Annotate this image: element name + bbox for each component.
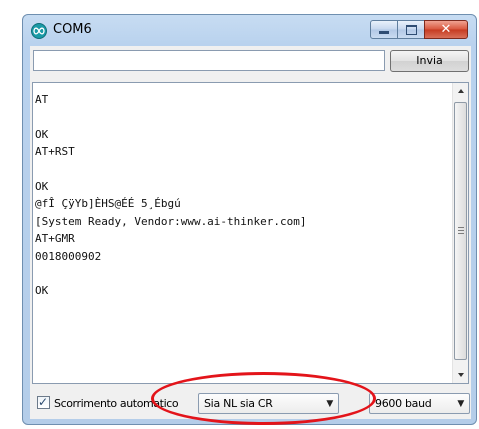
output-line: OK bbox=[35, 179, 49, 193]
close-button[interactable]: ✕ bbox=[424, 20, 468, 39]
output-line: 0018000902 bbox=[35, 249, 102, 263]
arduino-infinity-icon bbox=[31, 23, 47, 39]
window-title: COM6 bbox=[53, 22, 92, 37]
autoscroll-checkbox[interactable]: ✓ bbox=[37, 395, 50, 409]
chevron-down-icon bbox=[458, 373, 464, 377]
output-lines: AT OK AT+RST OK @fÎ ÇÿYb]ÈHS@ÉÉ 5¸Ébgú [… bbox=[35, 91, 445, 300]
chevron-down-icon: ▼ bbox=[457, 399, 464, 409]
title-bar[interactable]: COM6 ✕ bbox=[23, 15, 476, 45]
output-line bbox=[35, 108, 445, 125]
baud-rate-select[interactable]: 9600 baud ▼ bbox=[369, 393, 470, 414]
monitor-footer: ✓ Scorrimento automatico Sia NL sia CR ▼… bbox=[30, 388, 471, 419]
monitor-body: Invia AT OK AT+RST OK @fÎ ÇÿYb]ÈHS@ÉÉ 5¸… bbox=[30, 46, 471, 419]
scroll-up-button[interactable] bbox=[453, 83, 468, 100]
output-line: OK bbox=[35, 127, 49, 141]
output-line bbox=[35, 161, 445, 178]
maximize-icon bbox=[406, 25, 417, 35]
send-button[interactable]: Invia bbox=[390, 50, 469, 72]
check-icon: ✓ bbox=[38, 395, 49, 409]
send-input[interactable] bbox=[33, 50, 385, 71]
chevron-up-icon bbox=[458, 89, 464, 93]
output-line bbox=[35, 265, 445, 282]
chevron-down-icon: ▼ bbox=[326, 399, 333, 409]
line-ending-select[interactable]: Sia NL sia CR ▼ bbox=[198, 393, 339, 414]
autoscroll-label: Scorrimento automatico bbox=[54, 397, 179, 410]
line-ending-value: Sia NL sia CR bbox=[204, 397, 273, 410]
serial-output[interactable]: AT OK AT+RST OK @fÎ ÇÿYb]ÈHS@ÉÉ 5¸Ébgú [… bbox=[32, 82, 469, 384]
scroll-down-button[interactable] bbox=[453, 366, 468, 383]
close-icon: ✕ bbox=[440, 22, 452, 37]
output-line: AT+GMR bbox=[35, 232, 75, 246]
scroll-thumb[interactable] bbox=[454, 102, 467, 360]
minimize-button[interactable] bbox=[370, 20, 398, 39]
output-line: AT bbox=[35, 93, 49, 106]
output-line: OK bbox=[35, 284, 49, 298]
output-line: AT+RST bbox=[35, 145, 75, 159]
vertical-scrollbar[interactable] bbox=[452, 83, 468, 383]
output-line: @fÎ ÇÿYb]ÈHS@ÉÉ 5¸Ébgú bbox=[35, 197, 181, 211]
baud-rate-value: 9600 baud bbox=[375, 397, 432, 410]
output-line: [System Ready, Vendor:www.ai-thinker.com… bbox=[35, 214, 307, 228]
grip-icon bbox=[458, 227, 464, 235]
minimize-icon bbox=[379, 31, 389, 34]
serial-monitor-window: COM6 ✕ Invia AT OK AT+RST OK @fÎ ÇÿYb]ÈH… bbox=[22, 14, 477, 425]
maximize-button[interactable] bbox=[397, 20, 425, 39]
